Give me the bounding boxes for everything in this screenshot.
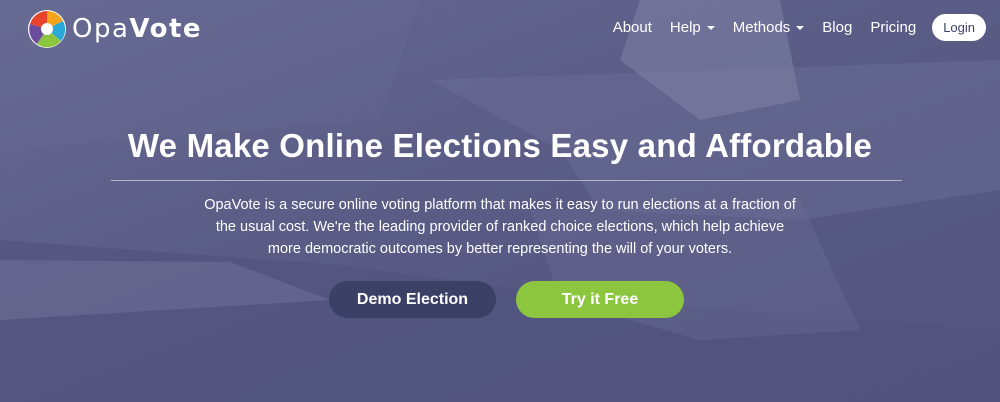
hero-section: OpaVote About Help Methods Blog Pricing …: [0, 0, 1000, 402]
logo-text-prefix: Opa: [72, 14, 130, 44]
nav-item-help[interactable]: Help: [670, 19, 715, 36]
nav-item-blog-label: Blog: [822, 19, 853, 36]
logo-wordmark: OpaVote: [72, 16, 202, 42]
nav-item-pricing-label: Pricing: [870, 19, 917, 36]
try-it-free-button[interactable]: Try it Free: [516, 281, 684, 318]
logo-pinwheel-icon: [28, 10, 66, 48]
hero-tagline: OpaVote is a secure online voting platfo…: [204, 197, 796, 257]
login-button[interactable]: Login: [932, 14, 986, 41]
headline-divider: [111, 180, 902, 181]
nav-item-pricing[interactable]: Pricing: [870, 19, 916, 36]
nav-item-about-label: About: [612, 19, 652, 36]
opavote-logo[interactable]: OpaVote: [26, 8, 202, 50]
nav-item-help-label: Help: [669, 19, 701, 36]
logo-text-suffix: Vote: [129, 14, 203, 44]
nav-item-methods-label: Methods: [732, 19, 791, 36]
nav-item-about[interactable]: About: [613, 19, 652, 36]
demo-election-button[interactable]: Demo Election: [329, 281, 496, 318]
nav-item-methods[interactable]: Methods: [733, 19, 805, 36]
main-nav: About Help Methods Blog Pricing Login: [595, 14, 986, 41]
hero-headline: We Make Online Elections Easy and Afford…: [127, 127, 873, 164]
chevron-down-icon: [796, 25, 805, 30]
nav-item-blog[interactable]: Blog: [822, 19, 852, 36]
chevron-down-icon: [706, 25, 715, 30]
